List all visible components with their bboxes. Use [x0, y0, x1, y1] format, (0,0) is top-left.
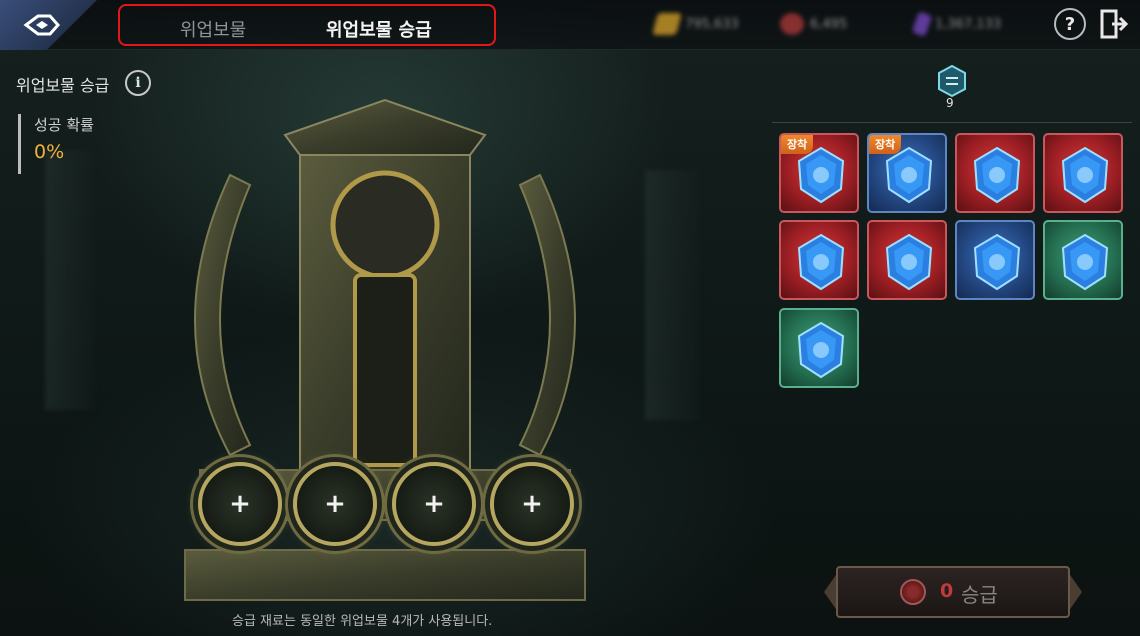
tier-emblem-icon	[938, 64, 966, 98]
add-icon: +	[229, 489, 251, 519]
material-slot-1[interactable]: +	[198, 462, 282, 546]
gold-bar-icon	[652, 13, 682, 35]
tab-treasure[interactable]: 위업보물	[180, 16, 246, 42]
currency-red: 6,495	[780, 12, 847, 36]
blue-gem-icon	[797, 146, 845, 204]
blue-gem-icon	[885, 233, 933, 291]
add-icon: +	[423, 489, 445, 519]
success-rate-label: 성공 확률	[34, 116, 94, 134]
tier-number: 9	[946, 96, 954, 110]
currency-purple-value: 1,367,133	[935, 16, 1002, 32]
treasure-item-card[interactable]	[955, 133, 1035, 213]
treasure-item-card[interactable]: 장착	[779, 133, 859, 213]
material-hint: 승급 재료는 동일한 위업보물 4개가 사용됩니다.	[232, 614, 493, 629]
upgrade-cost: 0	[940, 580, 954, 602]
success-rate-value: 0%	[34, 141, 65, 163]
tab-group: 위업보물 위업보물 승급	[118, 4, 496, 46]
blue-gem-icon	[1061, 233, 1109, 291]
material-slot-2[interactable]: +	[293, 462, 377, 546]
currency-gold-value: 795,633	[685, 16, 739, 32]
currency-gold: 795,633	[652, 12, 739, 36]
currency-purple: 1,367,133	[911, 11, 1002, 37]
treasure-item-card[interactable]	[955, 220, 1035, 300]
page-title: 위업보물 승급	[16, 76, 110, 95]
add-icon: +	[324, 489, 346, 519]
purple-crystal-icon	[911, 11, 933, 37]
bg-pillar	[645, 170, 700, 420]
upgrade-label: 승급	[961, 583, 998, 607]
blue-gem-icon	[797, 321, 845, 379]
blue-gem-icon	[885, 146, 933, 204]
treasure-item-card[interactable]	[1043, 133, 1123, 213]
back-button[interactable]	[0, 0, 110, 50]
help-button[interactable]: ?	[1054, 8, 1086, 40]
treasure-item-card[interactable]	[779, 220, 859, 300]
material-slot-3[interactable]: +	[392, 462, 476, 546]
treasure-item-card[interactable]	[1043, 220, 1123, 300]
treasure-item-card[interactable]: 장착	[867, 133, 947, 213]
currency-red-value: 6,495	[810, 16, 848, 32]
back-arrow-icon	[23, 14, 61, 36]
bg-pillar	[45, 150, 95, 410]
red-gem-icon	[780, 13, 804, 35]
coin-icon	[900, 579, 926, 605]
treasure-item-card[interactable]	[867, 220, 947, 300]
top-bar: 위업보물 위업보물 승급 795,633 6,495 1,367,133 ?	[0, 0, 1140, 50]
treasure-item-card[interactable]	[779, 308, 859, 388]
blue-gem-icon	[1061, 146, 1109, 204]
exit-icon[interactable]	[1100, 8, 1128, 40]
blue-gem-icon	[973, 146, 1021, 204]
material-slot-4[interactable]: +	[490, 462, 574, 546]
equipped-tag: 장착	[781, 135, 814, 154]
divider	[772, 122, 1132, 123]
success-rate-panel: 성공 확률 0%	[18, 114, 94, 174]
tab-treasure-upgrade[interactable]: 위업보물 승급	[326, 16, 432, 42]
blue-gem-icon	[797, 233, 845, 291]
info-icon[interactable]: i	[125, 70, 151, 96]
add-icon: +	[521, 489, 543, 519]
equipped-tag: 장착	[869, 135, 902, 154]
blue-gem-icon	[973, 233, 1021, 291]
